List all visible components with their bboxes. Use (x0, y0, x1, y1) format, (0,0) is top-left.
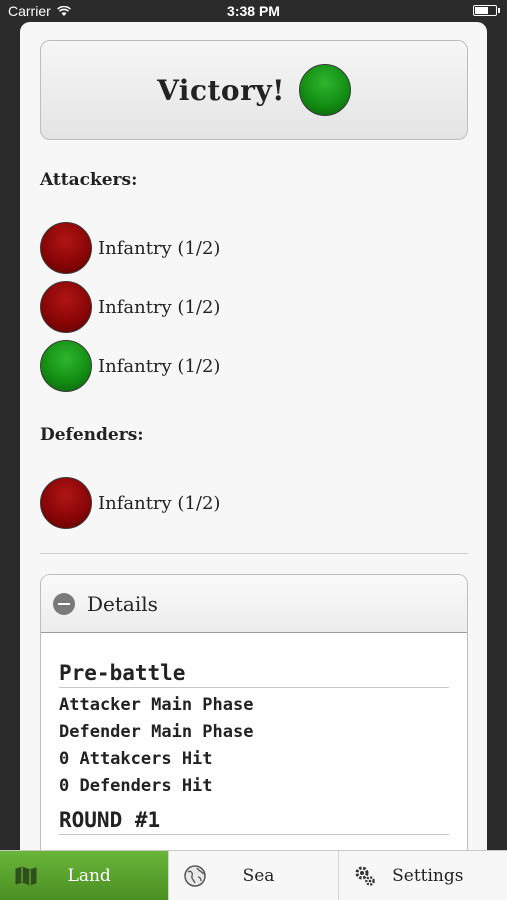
attackers-heading: Attackers: (40, 170, 138, 190)
collapse-icon[interactable] (53, 592, 75, 615)
tab-land[interactable]: Land (0, 851, 170, 900)
map-icon (15, 866, 37, 886)
battery-icon (473, 5, 500, 16)
unit-status-icon (40, 477, 92, 529)
log-line: 0 Attakcers Hit (59, 749, 213, 769)
unit-label: Infantry (1/2) (98, 355, 221, 377)
log-heading-round: ROUND #1 (59, 808, 449, 835)
tab-label: Land (67, 865, 111, 886)
tab-sea[interactable]: Sea (169, 851, 339, 900)
result-label: Victory! (157, 73, 285, 107)
log-line: Attacker Main Phase (59, 695, 254, 715)
unit-label: Infantry (1/2) (98, 492, 221, 514)
battle-result-panel: Victory! Attackers: Infantry (1/2) Infan… (20, 22, 487, 850)
tab-label: Sea (242, 865, 275, 886)
result-indicator-icon (298, 64, 351, 116)
attacker-unit: Infantry (1/2) (40, 340, 220, 392)
status-bar: Carrier 3:38 PM (0, 0, 507, 22)
details-toggle[interactable]: Details (41, 575, 467, 633)
defenders-heading: Defenders: (40, 425, 144, 445)
unit-label: Infantry (1/2) (98, 237, 221, 259)
log-line: 0 Defenders Hit (59, 776, 213, 796)
divider (40, 553, 468, 554)
details-panel: Details Pre-battle Attacker Main Phase D… (40, 574, 468, 850)
clock: 3:38 PM (227, 3, 280, 19)
attacker-unit: Infantry (1/2) (40, 281, 220, 333)
details-title: Details (87, 591, 158, 616)
unit-status-icon (40, 281, 92, 333)
defender-unit: Infantry (1/2) (40, 477, 220, 529)
attacker-unit: Infantry (1/2) (40, 222, 220, 274)
log-line: Defender Main Phase (59, 722, 254, 742)
tab-settings[interactable]: Settings (339, 851, 507, 900)
gears-icon (355, 866, 375, 886)
globe-icon (184, 865, 207, 887)
unit-status-icon (40, 222, 92, 274)
tab-bar: Land Sea Settings (0, 850, 507, 900)
unit-status-icon (40, 340, 92, 392)
tab-label: Settings (392, 865, 464, 886)
result-banner: Victory! (40, 40, 468, 140)
log-heading-pre-battle: Pre-battle (59, 661, 449, 688)
battle-log: Pre-battle Attacker Main Phase Defender … (41, 633, 467, 835)
unit-label: Infantry (1/2) (98, 296, 221, 318)
